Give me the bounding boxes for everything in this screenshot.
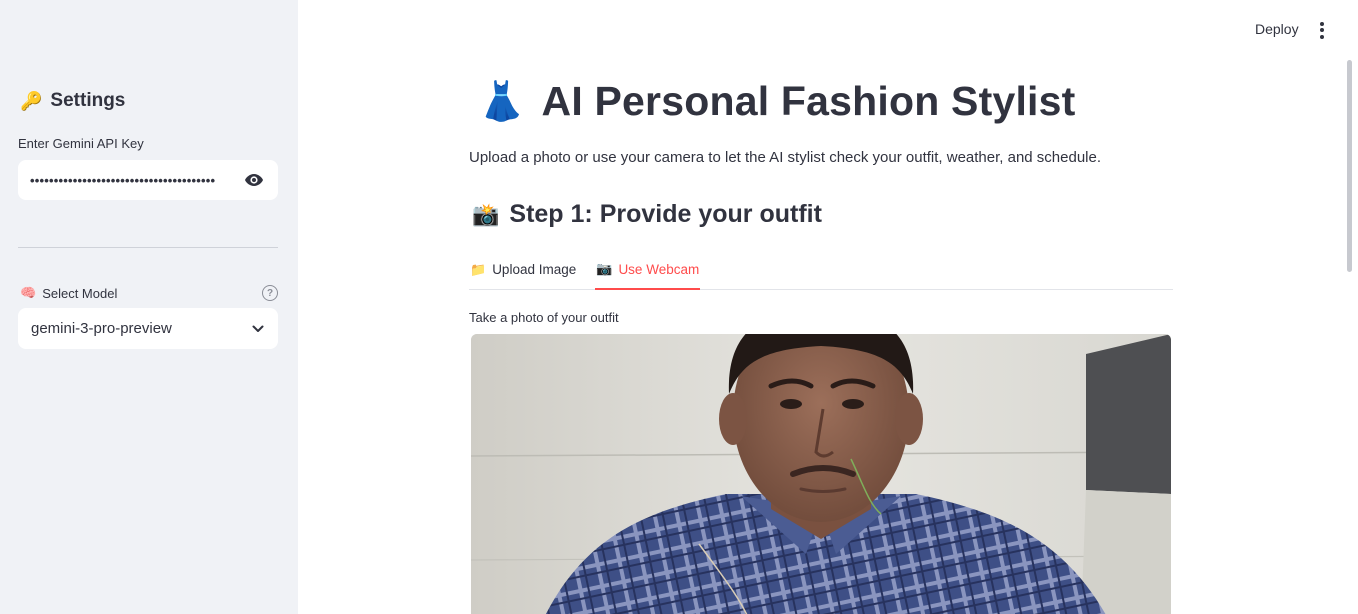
eye-icon[interactable] bbox=[242, 168, 266, 192]
chevron-down-icon bbox=[252, 320, 264, 337]
sidebar-divider bbox=[18, 247, 278, 248]
tab-use-webcam-label: Use Webcam bbox=[618, 261, 700, 277]
model-select-value: gemini-3-pro-preview bbox=[31, 320, 172, 337]
tab-use-webcam[interactable]: 📷 Use Webcam bbox=[595, 250, 701, 290]
camera-flash-icon: 📸 bbox=[472, 201, 500, 227]
intro-text: Upload a photo or use your camera to let… bbox=[469, 149, 1102, 166]
webcam-image bbox=[471, 334, 1171, 614]
camera-input-label: Take a photo of your outfit bbox=[469, 310, 619, 325]
camera-icon: 📷 bbox=[596, 261, 613, 276]
folder-icon: 📁 bbox=[470, 261, 487, 277]
tab-upload-image-label: Upload Image bbox=[492, 262, 577, 277]
main-menu-icon[interactable] bbox=[1314, 20, 1330, 40]
sidebar: 🔑 Settings Enter Gemini API Key ••••••••… bbox=[0, 0, 298, 614]
api-key-value[interactable]: ••••••••••••••••••••••••••••••••••••••• bbox=[30, 173, 236, 188]
key-icon: 🔑 bbox=[20, 90, 43, 111]
step1-heading: 📸 Step 1: Provide your outfit bbox=[472, 200, 822, 229]
model-label: 🧠 Select Model bbox=[20, 285, 117, 301]
deploy-button[interactable]: Deploy bbox=[1255, 21, 1299, 37]
webcam-feed[interactable] bbox=[471, 334, 1171, 614]
brain-icon: 🧠 bbox=[20, 285, 37, 300]
dress-icon: 👗 bbox=[478, 80, 526, 123]
model-label-text: Select Model bbox=[42, 285, 118, 301]
api-key-field[interactable]: ••••••••••••••••••••••••••••••••••••••• bbox=[18, 160, 278, 200]
api-key-label: Enter Gemini API Key bbox=[18, 136, 144, 151]
sidebar-title: 🔑 Settings bbox=[20, 90, 125, 112]
page-title-text: AI Personal Fashion Stylist bbox=[541, 78, 1076, 124]
page-title: 👗 AI Personal Fashion Stylist bbox=[478, 78, 1076, 125]
input-tabs: 📁 Upload Image 📷 Use Webcam bbox=[469, 250, 1173, 290]
scrollbar[interactable] bbox=[1347, 60, 1352, 272]
step1-heading-text: Step 1: Provide your outfit bbox=[509, 200, 822, 228]
app-root: 🔑 Settings Enter Gemini API Key ••••••••… bbox=[0, 0, 1358, 614]
help-icon[interactable]: ? bbox=[262, 285, 278, 301]
sidebar-title-text: Settings bbox=[50, 90, 126, 111]
model-select[interactable]: gemini-3-pro-preview bbox=[18, 308, 278, 349]
tab-upload-image[interactable]: 📁 Upload Image bbox=[469, 250, 577, 289]
